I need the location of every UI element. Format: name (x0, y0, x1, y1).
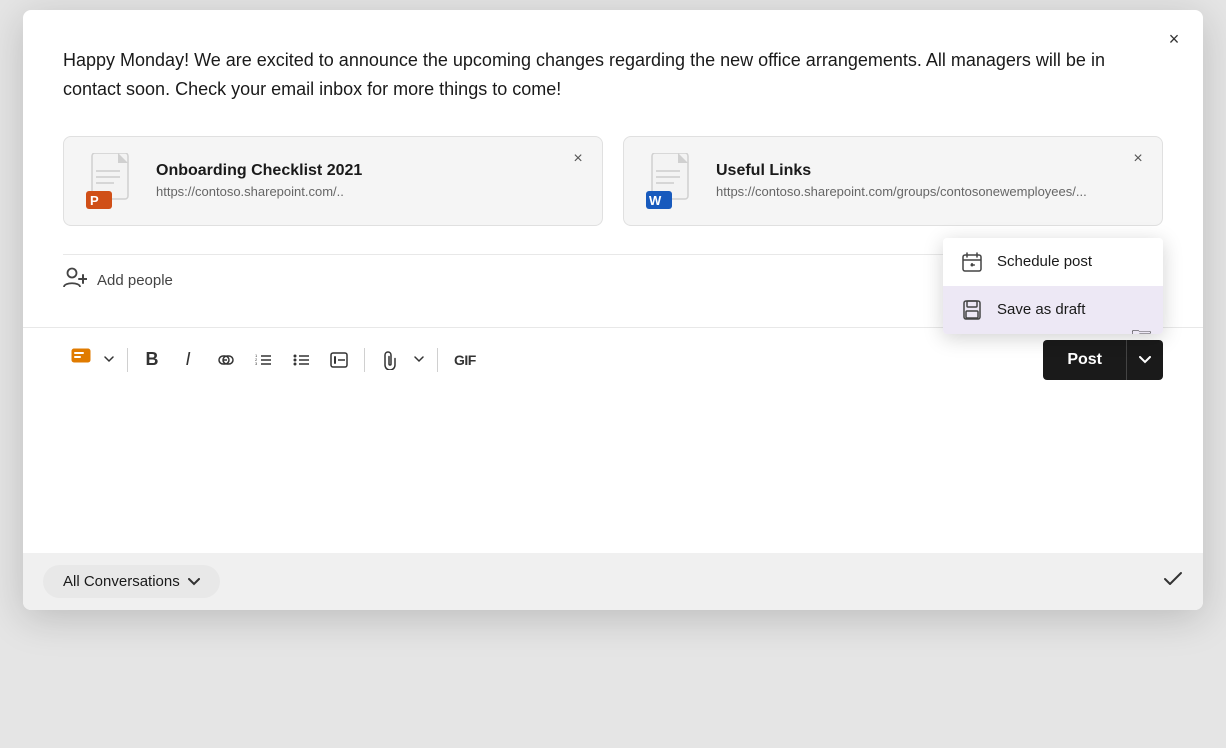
ordered-list-button[interactable]: 1 2 3 (246, 344, 280, 376)
indent-button[interactable] (322, 344, 356, 376)
toolbar: B I 1 2 3 (23, 327, 1203, 392)
save-draft-item[interactable]: Save as draft ☞ (943, 286, 1163, 334)
schedule-icon (961, 252, 983, 272)
bold-button[interactable]: B (136, 344, 168, 376)
svg-text:3: 3 (255, 361, 258, 366)
toolbar-message-group (63, 344, 119, 376)
message-type-button[interactable] (63, 344, 99, 376)
all-conversations-chevron-icon (188, 578, 200, 586)
svg-text:W: W (649, 193, 662, 208)
message-icon (71, 348, 91, 371)
message-type-chevron[interactable] (99, 344, 119, 376)
attach-icon (381, 350, 397, 370)
unordered-list-button[interactable] (284, 344, 318, 376)
attachments-row: × P (63, 136, 1163, 226)
gif-label: GIF (454, 352, 476, 368)
indent-icon (330, 352, 348, 368)
bottom-checkmark (1163, 570, 1183, 593)
add-people-label[interactable]: Add people (97, 272, 173, 289)
attachment-card-ppt: × P (63, 136, 603, 226)
modal-close-button[interactable]: × (1159, 24, 1189, 54)
attachment-url-ppt: https://contoso.sharepoint.com/.. (156, 184, 582, 199)
all-conversations-label: All Conversations (63, 573, 180, 590)
attachment-info-word: Useful Links https://contoso.sharepoint.… (716, 162, 1142, 199)
post-dropdown-button[interactable] (1126, 340, 1163, 380)
schedule-post-label: Schedule post (997, 253, 1092, 270)
link-button[interactable] (208, 344, 242, 376)
attach-chevron[interactable] (409, 344, 429, 376)
post-dropdown-menu: Schedule post Save as draft (943, 238, 1163, 334)
bottom-bar: All Conversations (23, 553, 1203, 610)
attachment-name-ppt: Onboarding Checklist 2021 (156, 162, 582, 180)
schedule-post-item[interactable]: Schedule post (943, 238, 1163, 286)
attachment-close-word[interactable]: × (1126, 147, 1150, 171)
attachment-info-ppt: Onboarding Checklist 2021 https://contos… (156, 162, 582, 199)
post-dropdown-chevron-icon (1139, 356, 1151, 364)
toolbar-sep-3 (437, 348, 438, 372)
save-draft-icon (961, 300, 983, 320)
unordered-list-icon (292, 352, 310, 368)
ordered-list-icon: 1 2 3 (254, 352, 272, 368)
ppt-file-icon: P (86, 153, 138, 209)
attachment-icon-ppt: P (84, 153, 140, 209)
toolbar-sep-2 (364, 348, 365, 372)
word-file-icon: W (646, 153, 698, 209)
cursor-hand: ☞ (1130, 321, 1153, 334)
modal-overlay: × Happy Monday! We are excited to announ… (0, 0, 1226, 748)
all-conversations-button[interactable]: All Conversations (43, 565, 220, 598)
italic-button[interactable]: I (172, 344, 204, 376)
post-button[interactable]: Post (1043, 340, 1126, 380)
attachment-card-word: × W Useful L (623, 136, 1163, 226)
svg-text:P: P (90, 193, 99, 208)
attachment-icon-word: W (644, 153, 700, 209)
link-icon (216, 355, 234, 365)
post-button-group: Post (1043, 340, 1163, 380)
modal: × Happy Monday! We are excited to announ… (23, 10, 1203, 610)
toolbar-sep-1 (127, 348, 128, 372)
gif-button[interactable]: GIF (446, 344, 484, 376)
post-dropdown-wrapper: Schedule post Save as draft (1126, 340, 1163, 380)
attachment-name-word: Useful Links (716, 162, 1142, 180)
people-add-icon (63, 267, 87, 289)
add-people-icon (63, 267, 87, 295)
attach-button[interactable] (373, 344, 405, 376)
attachment-close-ppt[interactable]: × (566, 147, 590, 171)
save-draft-label: Save as draft (997, 301, 1085, 318)
message-text: Happy Monday! We are excited to announce… (63, 46, 1113, 104)
attachment-url-word: https://contoso.sharepoint.com/groups/co… (716, 184, 1142, 199)
